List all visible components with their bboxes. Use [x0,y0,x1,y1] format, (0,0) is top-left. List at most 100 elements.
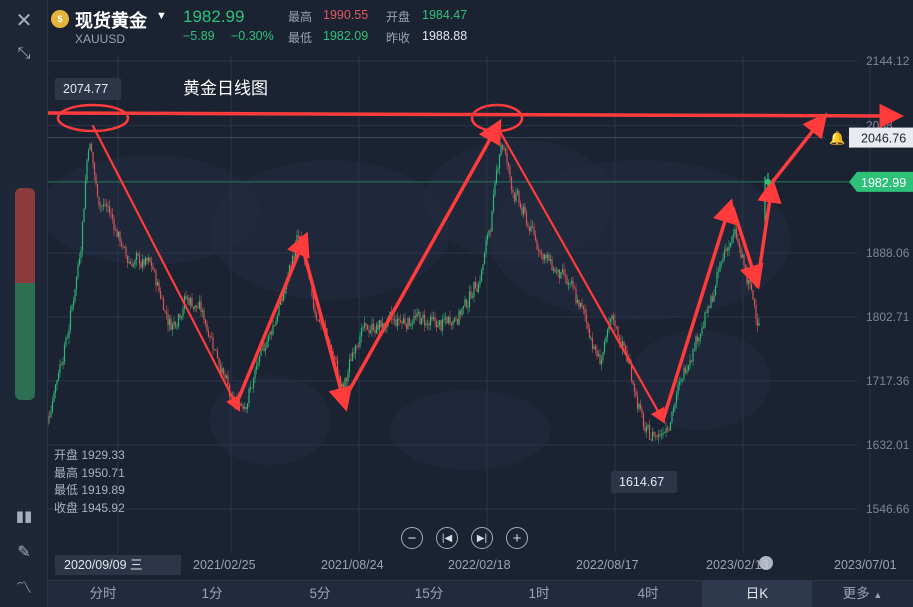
candle-body [477,284,480,292]
tab-timeframe-5[interactable]: 4时 [594,581,702,607]
candle-body [624,345,627,351]
candle-body [185,295,187,299]
candle-body [155,270,157,286]
candle-body [639,403,642,409]
candle-body [86,160,88,181]
candle-body [143,259,145,265]
instrument-name[interactable]: 现货黄金 [75,7,147,33]
candle-body [494,182,496,196]
candle-body [698,337,700,342]
pencil-icon[interactable]: ✎ [10,538,38,566]
close-icon[interactable]: ✕ [10,6,38,34]
candle-body [521,208,523,215]
tab-timeframe-0[interactable]: 分时 [48,581,158,607]
candle-body [590,338,592,339]
candle-body [48,416,51,418]
candle-body [476,288,478,292]
candle-body [266,341,268,349]
candle-body [104,204,106,206]
x-tick-label-6: 2023/07/01 [834,558,897,572]
candle-body [108,205,111,214]
trend-arrow-8 [772,112,828,182]
candle-body [207,330,210,337]
candle-body [669,422,672,431]
candle-body [735,229,738,239]
candle-body [392,318,394,320]
candle-body [137,253,139,255]
candle-body [297,235,300,237]
candle-body [554,268,556,273]
candle-body [51,401,54,412]
candle-body [132,264,135,267]
step-back-icon[interactable]: |◀ [436,527,458,549]
candle-body [204,319,207,325]
candle-body [732,234,735,237]
candle-body [516,190,519,194]
candle-body [642,413,645,428]
indicator-icon[interactable]: 〽 [10,572,38,600]
candle-body [128,261,130,264]
candle-body [686,370,688,373]
candle-body [102,204,105,206]
candle-body [363,323,366,328]
candle-body [665,428,667,433]
candle-body [242,405,244,409]
candle-body [461,308,463,315]
candle-body [417,311,420,313]
candle-body [318,319,321,322]
candle-body [372,323,375,331]
candle-body [747,279,750,284]
caret-down-icon[interactable]: ▼ [156,10,167,22]
tab-timeframe-7[interactable]: 更多 ▲ [812,581,913,607]
tab-timeframe-3[interactable]: 15分 [374,581,484,607]
collapse-icon[interactable]: ⤡ [10,40,38,68]
candle-body [243,407,246,409]
candle-body [57,373,60,381]
tab-timeframe-6[interactable]: 日K [702,581,812,607]
x-tick-label-0: 2020/09/09 三 [64,558,143,572]
candle-body [348,359,351,373]
zoom-out-icon[interactable]: − [401,527,423,549]
candle-body [227,375,229,385]
tab-timeframe-4[interactable]: 1时 [484,581,594,607]
candle-body [333,355,336,357]
candle-body [668,429,670,431]
prev-close-value: 1988.88 [422,29,468,43]
candle-body [165,311,168,315]
candle-body [393,319,396,321]
zoom-in-icon[interactable]: + [506,527,528,549]
candle-body [479,280,481,285]
candle-body [504,148,507,154]
candle-body [675,394,678,404]
candle-body [552,268,555,271]
candle-body [597,354,600,357]
candle-body [737,238,739,243]
y-tick-label-6: 1546.66 [866,502,910,516]
candle-body [126,255,129,264]
candlestick-icon[interactable]: ▮▮ [10,502,38,530]
candle-body [144,257,147,265]
ohlc-close: 收盘 1945.92 [54,500,125,515]
map-blob-6 [390,390,550,470]
tab-timeframe-2[interactable]: 5分 [266,581,374,607]
candle-body [378,320,381,330]
current-price-dot [765,178,771,185]
candle-body [72,301,75,307]
candle-body [452,321,454,326]
candle-body [539,250,541,253]
candle-body [507,162,510,167]
price-chart[interactable]: 2144.1220581888.061802.711717.361632.011… [0,0,913,607]
candle-body [653,432,655,437]
candle-body [200,301,202,312]
candle-body [119,231,121,243]
candle-body [576,299,579,303]
candle-body [611,315,613,319]
candle-body [99,205,102,207]
candle-body [135,253,138,260]
step-forward-icon[interactable]: ▶| [471,527,493,549]
candle-body [189,298,192,305]
candle-body [254,369,256,379]
candle-body [362,327,364,329]
candle-body [582,305,585,310]
tab-timeframe-1[interactable]: 1分 [158,581,266,607]
